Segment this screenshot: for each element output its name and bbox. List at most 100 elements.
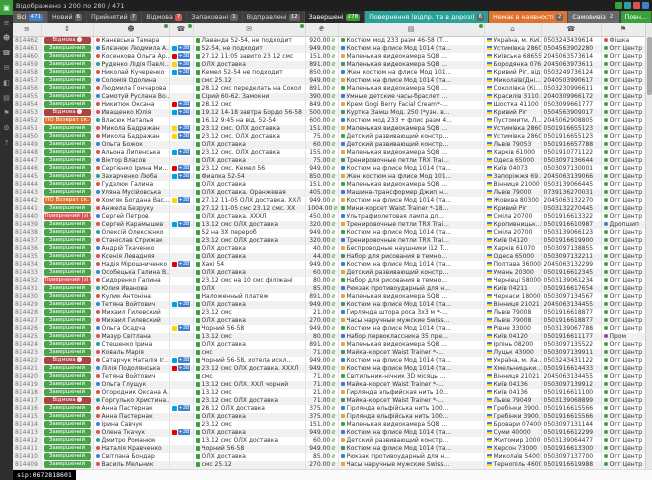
call-chip[interactable]: +3В [178,61,191,67]
table-row[interactable]: 814446ЗавершенийСергієнко Ірина Ми...+3В… [13,165,645,173]
table-row[interactable]: 814453ВідмоваiИващенко Юлія+3В19.12 14-1… [13,109,645,117]
call-chip[interactable]: +3В [178,173,191,179]
table-row[interactable]: 814409ЗавершенийВасиль Мельниксмс 25.122… [13,461,645,469]
call-chip[interactable]: +3В [178,405,191,411]
status-badge[interactable]: Завершений [44,301,91,308]
filter-icon[interactable] [624,2,631,9]
status-badge[interactable]: Завершений [44,445,91,452]
table-row[interactable]: 814424ЗавершенийСтешенко ІринаОЛХ достав… [13,341,645,349]
calls-icon[interactable]: ☎ [0,45,13,60]
status-badge[interactable]: Завершений [44,157,91,164]
status-badge[interactable]: Завершений [44,437,91,444]
table-row[interactable]: 814421ЗавершенийЛілія Подолянська+3В23.1… [13,365,645,373]
tab-declined[interactable]: Відмова7 [142,11,187,23]
call-chip[interactable]: +3В [178,365,191,371]
table-row[interactable]: 814410ЗавершенийСвітлана БондарОЛХ доста… [13,453,645,461]
table-row[interactable]: 814433ЗавершенийОсобецька Галина В...ОЛХ… [13,269,645,277]
table-row[interactable]: 814434ЗавершенийНадія Мірошниченко+3ВХак… [13,261,645,269]
status-badge[interactable]: Завершений [44,349,91,356]
status-badge[interactable]: Завершений [44,389,91,396]
status-badge[interactable]: Завершений [44,141,91,148]
table-row[interactable]: 814417ВідмоваiГоргулько Христина...23.12… [13,397,645,405]
status-badge[interactable]: Відмоваi [44,109,91,116]
status-badge[interactable]: Повернений (зі скл..) [44,213,91,220]
status-badge[interactable]: Завершений [44,309,91,316]
products-icon[interactable]: ▤ [0,90,13,105]
status-badge[interactable]: Завершений [44,149,91,156]
column-client[interactable]: ☻ [93,23,169,36]
flags-icon[interactable]: ⚑ [0,105,13,120]
table-row[interactable]: 814448ЗавершенийАльона Липенська+3В23.12… [13,149,645,157]
table-row[interactable]: 814458ЗавершенийНиколай Кучеренко+3ВКеме… [13,69,645,77]
status-badge[interactable]: Відмоваi [44,37,91,44]
status-badge[interactable]: Завершений [44,165,91,172]
table-row[interactable]: 814418ЗавершенийОгородник Оксана А...13.… [13,389,645,397]
table-row[interactable]: 814428ЗавершенийМихаил Гилевский23.12 см… [13,309,645,317]
call-chip[interactable]: +3В [178,133,191,139]
table-row[interactable]: 814430ЗавершенийКулик АнтонінаНаложенный… [13,293,645,301]
table-row[interactable]: 814415ЗавершенийАнна ПастернакОЛХ достав… [13,413,645,421]
column-product[interactable]: ▤ [338,23,484,36]
call-chip[interactable]: +3В [178,53,191,59]
tab-returns[interactable]: Повернення (відпр. та в дорозі)6 [365,11,489,23]
status-badge[interactable]: Завершений [44,125,91,132]
status-badge[interactable]: Відмоваi [44,397,91,404]
vertical-scrollbar[interactable] [645,23,652,469]
tab-completed[interactable]: Завершені278 [305,11,365,23]
status-badge[interactable]: Завершений [44,69,91,76]
table-row[interactable]: 814459ЗавершенийРуденко Лідія Павлі...+3… [13,61,645,69]
status-badge[interactable]: Завершений [44,77,91,84]
column-status[interactable]: ↕ [41,23,93,36]
status-badge[interactable]: Завершений [44,181,91,188]
status-badge[interactable]: Завершений [44,53,91,60]
table-row[interactable]: 814441ЗавершенийАнжела Безруку27.12 11-0… [13,205,645,213]
status-badge[interactable]: ПО Возврат ск. [44,117,91,124]
table-row[interactable]: 814444ЗавершенийГудзлюк ГалинаОЛХ достав… [13,181,645,189]
tab-shipped[interactable]: Відправлені12 [243,11,305,23]
call-chip[interactable]: +3В [178,109,191,115]
table-row[interactable]: 814442ПО Возврат ск.Хом'як Богдана Вас..… [13,197,645,205]
call-chip[interactable]: +3В [178,69,191,75]
table-row[interactable]: 814456ЗавершенийЛюдмила Гончарова28.12 с… [13,85,645,93]
status-badge[interactable]: Завершений [44,293,91,300]
messages-icon[interactable]: ✉ [0,60,13,75]
status-badge[interactable]: Завершений [44,413,91,420]
status-badge[interactable]: Завершений [44,93,91,100]
table-row[interactable]: 814413ЗавершенийОлена Ткачук+3ВОЛХ доста… [13,429,645,437]
status-badge[interactable]: Завершений [44,405,91,412]
status-badge[interactable]: Завершений [44,61,91,68]
status-badge[interactable]: Завершений [44,285,91,292]
call-chip[interactable]: +3В [178,197,191,203]
table-row[interactable]: 814427ЗавершенийМихаил ГилевскийОЛХ дост… [13,317,645,325]
call-chip[interactable]: +3В [178,261,191,267]
table-row[interactable]: 814419ЗавершенийОльга Глущук13.12 смс ОЛ… [13,381,645,389]
table-row[interactable]: 814440Повернений (зі скл..)Сергей Петров… [13,213,645,221]
table-row[interactable]: 814460ЗавершенийКосенкова Ольга Ар...+3В… [13,53,645,61]
stats-icon[interactable]: ◧ [0,75,13,90]
status-badge[interactable]: Завершений [44,421,91,428]
table-row[interactable]: 814411ЗавершенийНаталія КравченкоЧорний … [13,445,645,453]
table-row[interactable]: 814432Повернений (зі скл..)Сидоренко Гал… [13,277,645,285]
status-badge[interactable]: Завершений [44,173,91,180]
table-row[interactable]: 814439ЗавершенийСергей Карамышев+3В13.12… [13,221,645,229]
tab-out-of-stock[interactable]: Немає в наявності2 [489,11,568,23]
table-row[interactable]: 814454ЗавершенийНикитюк Оксана+3В28.12 с… [13,101,645,109]
table-row[interactable]: 814438ЗавершенийОлексій Олексієнко52 на … [13,229,645,237]
column-operator[interactable]: ☎ [169,23,193,36]
orders-icon[interactable]: ≡ [0,15,13,30]
table-row[interactable]: 814445ЗавершенийЗахарченко Люба+3ВФиалка… [13,173,645,181]
status-badge[interactable]: Завершений [44,453,91,460]
table-row[interactable]: 814461ЗавершенийБлєзнюк Людмила А...+3В5… [13,45,645,53]
status-badge[interactable]: Відмоваi [44,357,91,364]
tab-pickup[interactable]: Самовивіз2 [568,11,620,23]
table-row[interactable]: 814431ЗавершенийЮлия ИвановаОЛХ85.00₴Рюк… [13,285,645,293]
call-chip[interactable]: +3В [178,429,191,435]
status-badge[interactable]: Завершений [44,365,91,372]
tab-new[interactable]: Новий6 [48,11,87,23]
table-row[interactable]: 814422ВідмоваiСатарчук Наталія Іг...+3ВЧ… [13,357,645,365]
status-badge[interactable]: Завершений [44,45,91,52]
tab-all[interactable]: Всі471 [13,11,48,23]
call-chip[interactable]: +3В [178,357,191,363]
table-row[interactable]: 814429ЗавершенийТетяна Войтович+3ВОЛХ до… [13,301,645,309]
status-badge[interactable]: Завершений [44,133,91,140]
